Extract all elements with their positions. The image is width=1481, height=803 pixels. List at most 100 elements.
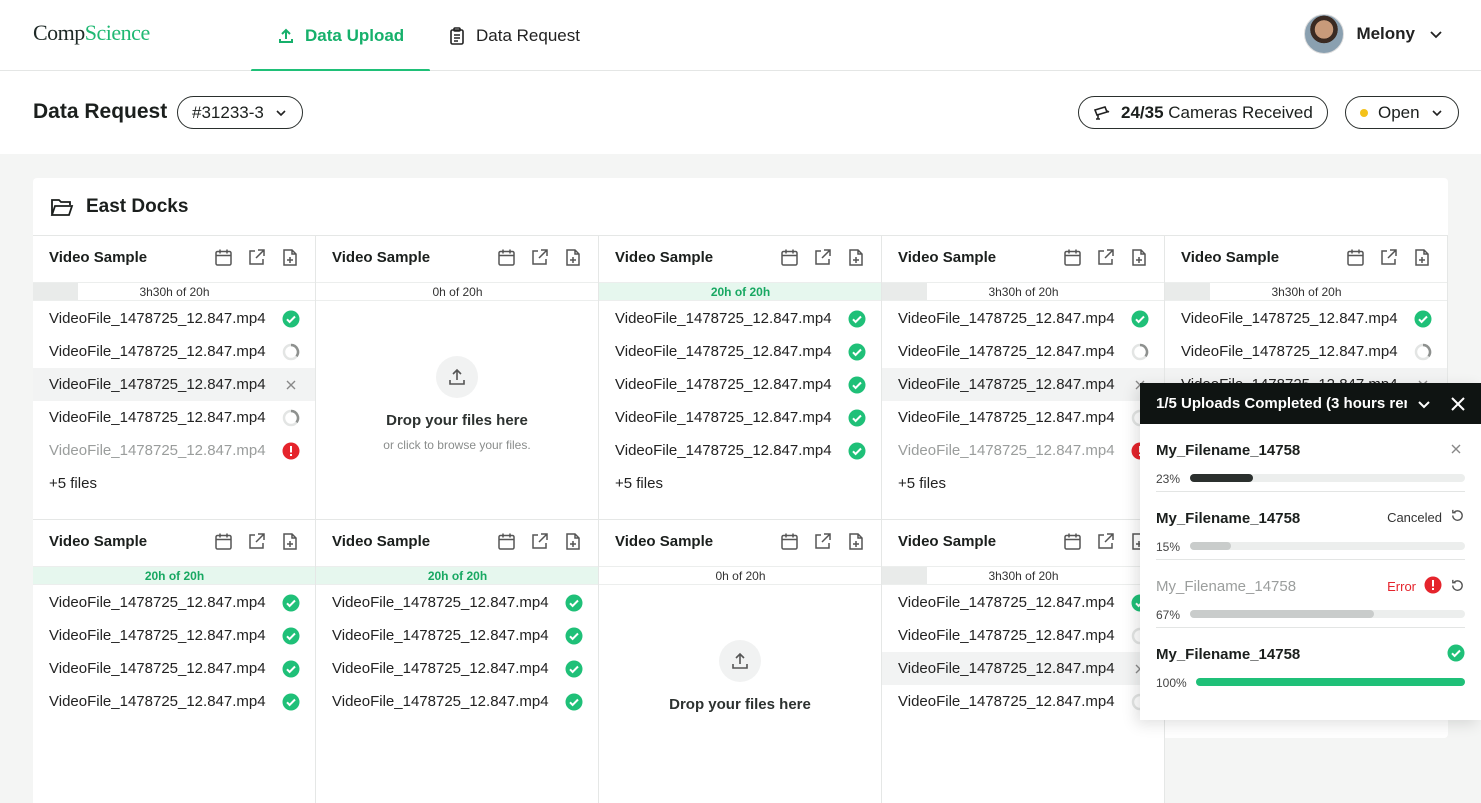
file-row[interactable]: VideoFile_1478725_12.847.mp4 — [882, 586, 1164, 619]
collapse-button[interactable] — [1407, 383, 1441, 424]
upload-panel: 1/5 Uploads Completed (3 hours remaining… — [1140, 383, 1481, 720]
external-link-icon[interactable] — [530, 248, 549, 267]
logo[interactable]: CompScience — [33, 20, 150, 46]
file-row[interactable]: VideoFile_1478725_12.847.mp4 — [33, 652, 315, 685]
file-row[interactable]: VideoFile_1478725_12.847.mp4 — [33, 685, 315, 718]
check-circle-icon — [282, 627, 300, 645]
calendar-icon[interactable] — [1346, 248, 1365, 267]
upload-icon — [279, 28, 293, 43]
external-link-icon[interactable] — [1096, 248, 1115, 267]
more-files-link[interactable]: +5 files — [49, 475, 97, 492]
video-sample-cell: Video Sample 20h of 20h VideoFile_1478725_… — [33, 519, 316, 803]
add-file-icon[interactable] — [846, 532, 865, 551]
file-row[interactable]: VideoFile_1478725_12.847.mp4 — [33, 434, 315, 467]
loading-spinner-icon — [1414, 343, 1432, 361]
file-row[interactable]: VideoFile_1478725_12.847.mp4 — [33, 368, 315, 401]
external-link-icon[interactable] — [1096, 532, 1115, 551]
upload-filename: My_Filename_14758 — [1156, 646, 1301, 663]
external-link-icon[interactable] — [1379, 248, 1398, 267]
external-link-icon[interactable] — [813, 532, 832, 551]
cell-title: Video Sample — [332, 533, 431, 550]
calendar-icon[interactable] — [1063, 248, 1082, 267]
cancel-icon[interactable] — [282, 376, 300, 394]
duration-progress: 20h of 20h — [599, 282, 881, 301]
file-row[interactable]: VideoFile_1478725_12.847.mp4 — [882, 302, 1164, 335]
file-row[interactable]: VideoFile_1478725_12.847.mp4 — [33, 401, 315, 434]
dropzone[interactable]: Drop your files here or click to browse y… — [316, 356, 598, 452]
cell-header: Video Sample — [332, 248, 582, 267]
cell-header: Video Sample — [615, 532, 865, 551]
chevron-down-icon — [1418, 400, 1430, 408]
calendar-icon[interactable] — [214, 248, 233, 267]
file-row[interactable]: VideoFile_1478725_12.847.mp4 — [1165, 302, 1447, 335]
check-circle-icon — [848, 376, 866, 394]
external-link-icon[interactable] — [247, 532, 266, 551]
add-file-icon[interactable] — [280, 532, 299, 551]
file-row[interactable]: VideoFile_1478725_12.847.mp4 — [599, 434, 881, 467]
file-row[interactable]: VideoFile_1478725_12.847.mp4 — [316, 586, 598, 619]
more-files-link[interactable]: +5 files — [898, 475, 946, 492]
file-row[interactable]: VideoFile_1478725_12.847.mp4 — [316, 652, 598, 685]
check-circle-icon — [282, 660, 300, 678]
add-file-icon[interactable] — [846, 248, 865, 267]
request-select[interactable]: #31233-3 — [177, 96, 303, 129]
file-row[interactable]: VideoFile_1478725_12.847.mp4 — [882, 685, 1164, 718]
add-file-icon[interactable] — [280, 248, 299, 267]
cell-title: Video Sample — [615, 533, 714, 550]
dropzone[interactable]: Drop your files here — [599, 640, 881, 713]
file-name: VideoFile_1478725_12.847.mp4 — [615, 376, 832, 393]
duration-progress: 0h of 20h — [599, 566, 881, 585]
more-files-link[interactable]: +5 files — [615, 475, 663, 492]
file-row[interactable]: VideoFile_1478725_12.847.mp4 — [33, 302, 315, 335]
file-row[interactable]: VideoFile_1478725_12.847.mp4 — [882, 401, 1164, 434]
external-link-icon[interactable] — [813, 248, 832, 267]
dropzone-title: Drop your files here — [669, 696, 811, 713]
cell-header: Video Sample — [615, 248, 865, 267]
file-row[interactable]: VideoFile_1478725_12.847.mp4 — [33, 619, 315, 652]
calendar-icon[interactable] — [214, 532, 233, 551]
file-row[interactable]: VideoFile_1478725_12.847.mp4 — [33, 335, 315, 368]
file-row[interactable]: VideoFile_1478725_12.847.mp4 — [882, 368, 1164, 401]
file-row[interactable]: VideoFile_1478725_12.847.mp4 — [882, 619, 1164, 652]
calendar-icon[interactable] — [1063, 532, 1082, 551]
upload-item: My_Filename_14758 Canceled 15% — [1156, 492, 1465, 560]
file-row[interactable]: VideoFile_1478725_12.847.mp4 — [882, 434, 1164, 467]
add-file-icon[interactable] — [1129, 248, 1148, 267]
file-row[interactable]: VideoFile_1478725_12.847.mp4 — [882, 652, 1164, 685]
file-row[interactable]: VideoFile_1478725_12.847.mp4 — [599, 401, 881, 434]
calendar-icon[interactable] — [497, 532, 516, 551]
retry-icon[interactable] — [1450, 578, 1465, 596]
file-row[interactable]: VideoFile_1478725_12.847.mp4 — [1165, 335, 1447, 368]
page-title: Data Request — [33, 100, 168, 123]
upload-percent: 100% — [1156, 676, 1187, 690]
status-select[interactable]: Open — [1345, 96, 1459, 129]
camera-icon — [1093, 105, 1110, 120]
cancel-upload-icon[interactable] — [1447, 440, 1465, 461]
file-row[interactable]: VideoFile_1478725_12.847.mp4 — [599, 368, 881, 401]
cameras-received-badge[interactable]: 24/35 Cameras Received — [1078, 96, 1328, 129]
calendar-icon[interactable] — [780, 532, 799, 551]
retry-icon[interactable] — [1450, 508, 1465, 526]
upload-filename: My_Filename_14758 — [1156, 578, 1297, 595]
duration-label: 3h30h of 20h — [1271, 285, 1342, 299]
file-name: VideoFile_1478725_12.847.mp4 — [898, 660, 1115, 677]
file-row[interactable]: VideoFile_1478725_12.847.mp4 — [316, 685, 598, 718]
file-row[interactable]: VideoFile_1478725_12.847.mp4 — [599, 302, 881, 335]
add-file-icon[interactable] — [563, 532, 582, 551]
tab-data-request[interactable]: Data Request — [448, 0, 580, 71]
video-sample-cell: Video Sample 20h of 20h VideoFile_1478725_… — [599, 235, 882, 519]
calendar-icon[interactable] — [780, 248, 799, 267]
add-file-icon[interactable] — [1412, 248, 1431, 267]
calendar-icon[interactable] — [497, 248, 516, 267]
check-circle-icon — [282, 310, 300, 328]
file-row[interactable]: VideoFile_1478725_12.847.mp4 — [599, 335, 881, 368]
add-file-icon[interactable] — [563, 248, 582, 267]
external-link-icon[interactable] — [247, 248, 266, 267]
close-button[interactable] — [1441, 383, 1475, 424]
file-row[interactable]: VideoFile_1478725_12.847.mp4 — [882, 335, 1164, 368]
user-menu[interactable]: Melony — [1304, 14, 1445, 54]
tab-data-upload[interactable]: Data Upload — [250, 0, 431, 72]
external-link-icon[interactable] — [530, 532, 549, 551]
file-row[interactable]: VideoFile_1478725_12.847.mp4 — [316, 619, 598, 652]
file-row[interactable]: VideoFile_1478725_12.847.mp4 — [33, 586, 315, 619]
